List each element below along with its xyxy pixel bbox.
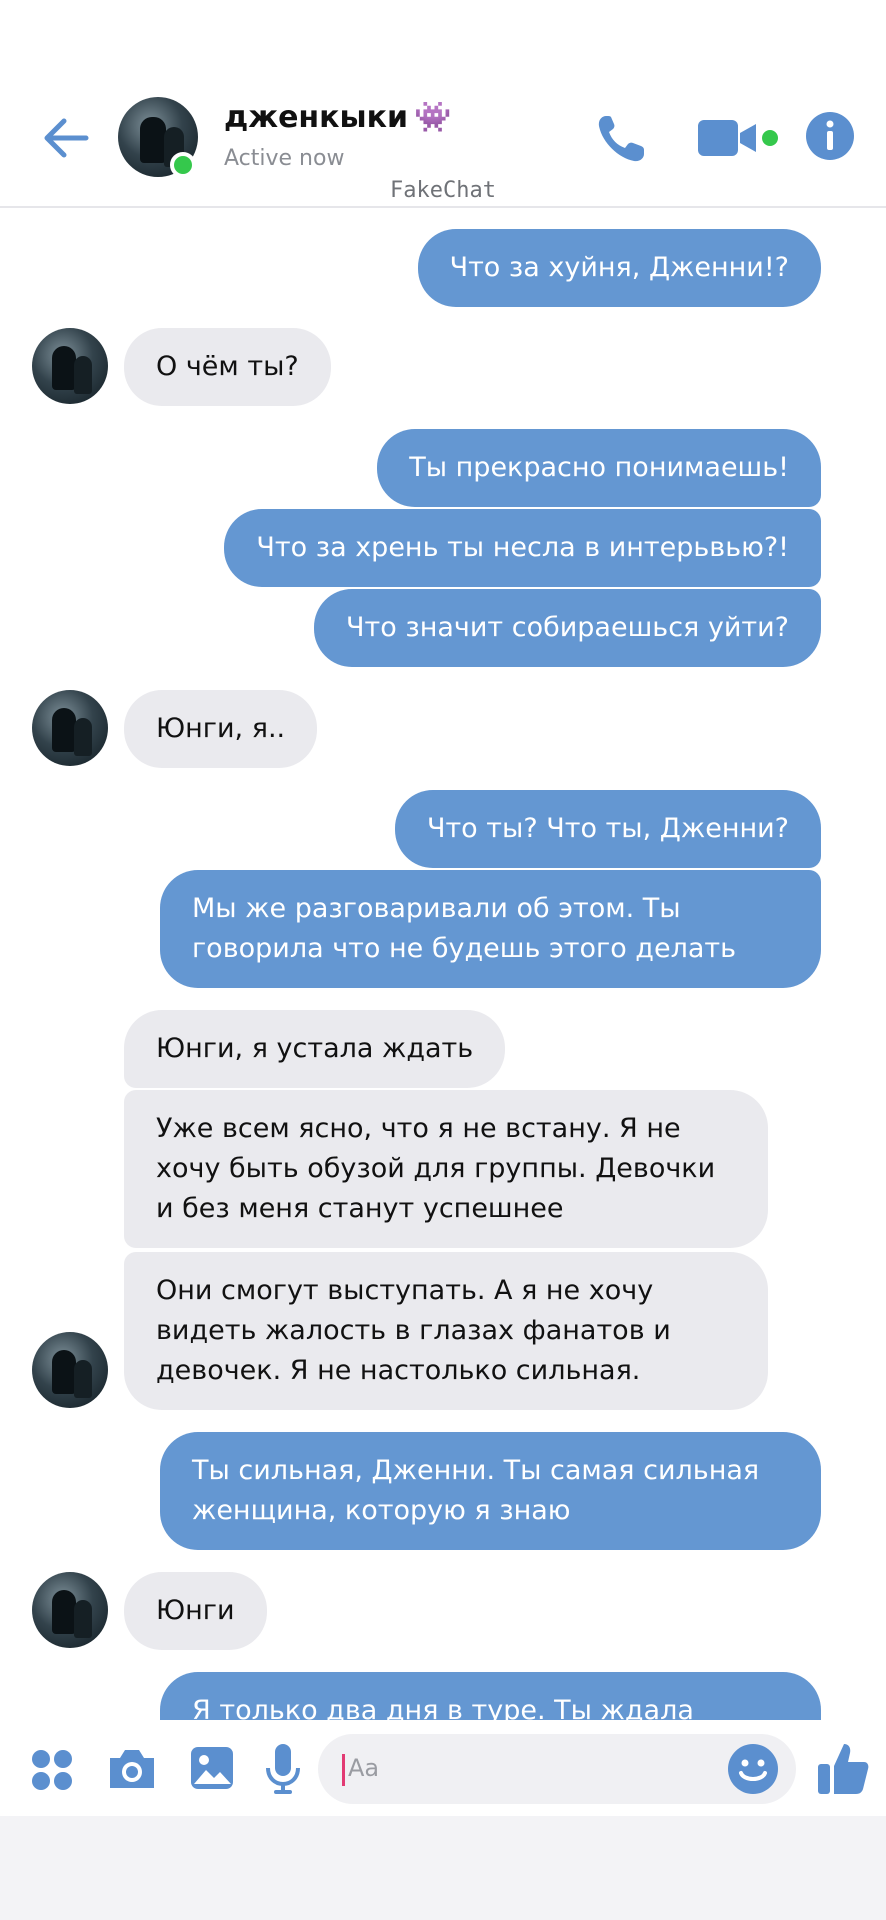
online-indicator [170,152,196,178]
message-bubble-outgoing[interactable]: Что значит собираешься уйти? [314,589,821,667]
message-list[interactable]: Что за хуйня, Дженни!? О чём ты? Ты прек… [0,208,886,1720]
phone-icon[interactable] [592,110,650,168]
message-input[interactable]: Aa [318,1734,796,1804]
message-bubble-outgoing[interactable]: Что за хрень ты несла в интерьвью?! [224,509,821,587]
alien-monster-emoji: 👾 [414,100,452,135]
message-bubble-outgoing[interactable]: Ты прекрасно понимаешь! [377,429,821,507]
message-bubble-incoming[interactable]: Юнги [124,1572,267,1650]
contact-avatar-small[interactable] [32,1332,108,1408]
apps-grid-icon[interactable] [30,1748,74,1792]
message-bubble-outgoing[interactable]: Ты сильная, Дженни. Ты самая сильная жен… [160,1432,821,1550]
chat-header: дженкыки 👾 Active now FakeChat [0,0,886,208]
camera-icon[interactable] [106,1746,158,1792]
contact-avatar-small[interactable] [32,690,108,766]
video-online-dot [762,130,778,146]
message-bubble-incoming[interactable]: О чём ты? [124,328,331,406]
watermark: FakeChat [390,178,496,203]
contact-avatar-small[interactable] [32,328,108,404]
contact-avatar-small[interactable] [32,1572,108,1648]
system-navigation-area [0,1816,886,1920]
contact-name[interactable]: дженкыки 👾 [224,100,451,135]
message-bubble-outgoing[interactable]: Что за хуйня, Дженни!? [417,229,821,307]
video-camera-icon[interactable] [696,116,762,160]
message-composer: Aa [0,1720,886,1816]
arrow-left-icon[interactable] [40,112,92,164]
info-icon[interactable] [804,110,856,162]
message-bubble-outgoing[interactable]: Мы же разговаривали об этом. Ты говорила… [160,870,821,988]
microphone-icon[interactable] [264,1742,302,1796]
active-status: Active now [224,146,345,171]
smiley-icon[interactable] [726,1742,780,1796]
text-caret [342,1754,345,1786]
message-bubble-incoming[interactable]: Юнги, я.. [124,690,318,768]
message-bubble-incoming[interactable]: Уже всем ясно, что я не встану. Я не хоч… [124,1090,768,1248]
message-bubble-incoming[interactable]: Они смогут выступать. А я не хочу видеть… [124,1252,768,1410]
message-bubble-outgoing[interactable]: Я только два дня в туре. Ты ждала [160,1672,821,1720]
message-bubble-incoming[interactable]: Юнги, я устала ждать [124,1010,506,1088]
message-bubble-outgoing[interactable]: Что ты? Что ты, Дженни? [394,790,821,868]
message-input-placeholder: Aa [348,1754,380,1782]
image-icon[interactable] [188,1744,236,1792]
thumbs-up-icon[interactable] [816,1740,870,1796]
